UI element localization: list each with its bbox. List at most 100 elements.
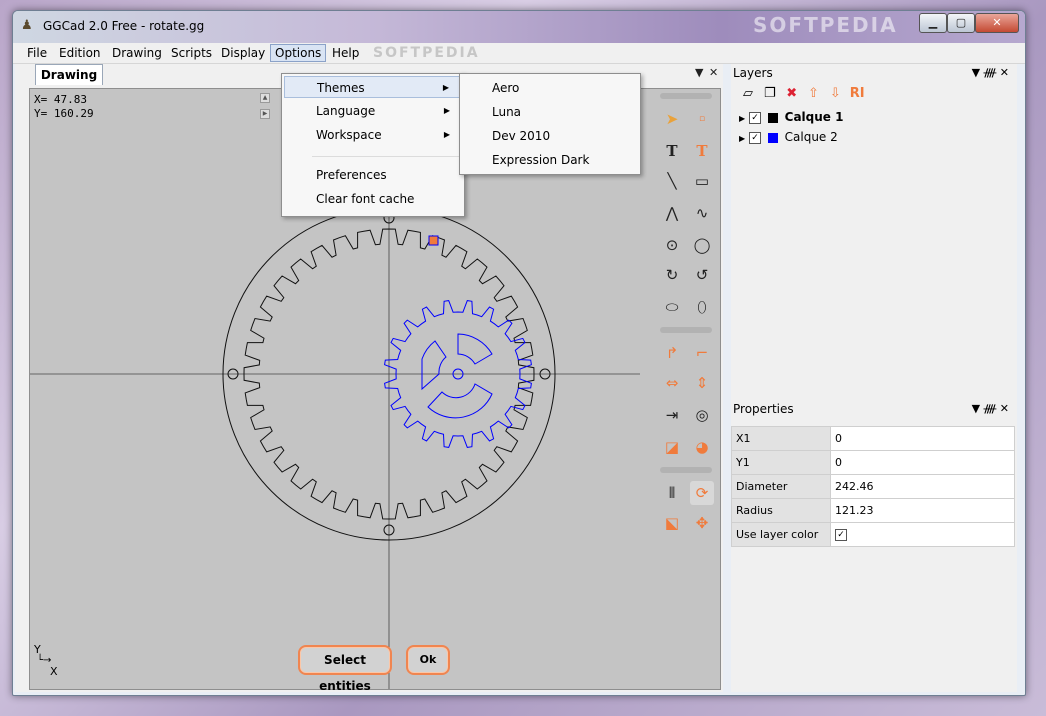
property-value[interactable]: 121.23 bbox=[830, 498, 1015, 523]
ellipse-arc-icon[interactable]: ⬯ bbox=[690, 295, 714, 319]
toolbar-separator bbox=[660, 467, 712, 473]
close-button[interactable]: ✕ bbox=[975, 13, 1019, 33]
menu-scripts[interactable]: Scripts bbox=[167, 45, 216, 61]
menu-item-label: Language bbox=[316, 104, 376, 118]
layer-color-swatch[interactable] bbox=[767, 132, 778, 143]
ellipse-icon[interactable]: ⬭ bbox=[660, 295, 684, 319]
menu-bar: File Edition Drawing Scripts Display Opt… bbox=[13, 43, 1025, 64]
arc-3points-icon[interactable]: ↺ bbox=[690, 263, 714, 287]
delete-layer-icon[interactable]: ✖ bbox=[783, 86, 801, 101]
line-icon[interactable]: ╲ bbox=[660, 169, 684, 193]
point-icon[interactable]: ▫ bbox=[690, 107, 714, 131]
layer-color-swatch[interactable] bbox=[767, 112, 778, 123]
polyline-icon[interactable]: ⋀ bbox=[660, 201, 684, 225]
axis-x-label: X bbox=[50, 665, 58, 678]
property-value[interactable]: 0 bbox=[830, 450, 1015, 475]
blue-gear-slot-bottom bbox=[427, 383, 493, 419]
circle-center-icon[interactable]: ⊙ bbox=[660, 233, 684, 257]
menu-item-language[interactable]: Language ▶ bbox=[284, 100, 460, 122]
theme-aero[interactable]: Aero bbox=[462, 76, 636, 100]
window-title: GGCad 2.0 Free - rotate.gg bbox=[43, 19, 205, 33]
minimize-button[interactable]: ▁ bbox=[919, 13, 947, 33]
ok-button[interactable]: Ok bbox=[406, 645, 450, 675]
rectangle-icon[interactable]: ▭ bbox=[690, 169, 714, 193]
app-icon: ♟ bbox=[21, 18, 33, 33]
layers-header: Layers ▼ ᚎ ✕ bbox=[733, 64, 1015, 82]
fillet-icon[interactable]: ↱ bbox=[660, 341, 684, 365]
move-icon[interactable]: ✥ bbox=[690, 511, 714, 535]
close-icon[interactable]: ✕ bbox=[1000, 402, 1009, 415]
menu-item-label: Themes bbox=[317, 81, 365, 95]
rotate-icon[interactable]: ⟳ bbox=[690, 481, 714, 505]
extend-icon[interactable]: ⇥ bbox=[660, 403, 684, 427]
stretch-vertical-icon[interactable]: ⇕ bbox=[690, 371, 714, 395]
scale-icon[interactable]: ⬕ bbox=[660, 511, 684, 535]
dropdown-icon[interactable]: ▼ bbox=[972, 66, 980, 79]
arc-icon[interactable]: ↻ bbox=[660, 263, 684, 287]
pin-icon[interactable]: ᚎ bbox=[984, 402, 997, 415]
properties-grid: X1 0 Y1 0 Diameter 242.46 Radius 121.23 … bbox=[731, 426, 1015, 547]
mirror-icon[interactable]: ⫴ bbox=[660, 481, 684, 505]
menu-file[interactable]: File bbox=[23, 45, 51, 61]
expand-icon[interactable]: ▶ bbox=[739, 114, 745, 123]
new-layer-icon[interactable]: ▱ bbox=[739, 86, 757, 101]
menu-help[interactable]: Help bbox=[328, 45, 363, 61]
duplicate-layer-icon[interactable]: ❐ bbox=[761, 86, 779, 101]
stretch-horizontal-icon[interactable]: ⇔ bbox=[660, 371, 684, 395]
close-icon[interactable]: ✕ bbox=[1000, 66, 1009, 79]
property-value[interactable]: 0 bbox=[830, 426, 1015, 451]
title-bar[interactable]: ♟ GGCad 2.0 Free - rotate.gg SOFTPEDIA ▁… bbox=[13, 11, 1025, 43]
chamfer-icon[interactable]: ⌐ bbox=[690, 341, 714, 365]
menu-item-workspace[interactable]: Workspace ▶ bbox=[284, 124, 460, 146]
select-arrow-icon[interactable]: ➤ bbox=[660, 107, 684, 131]
layer-visibility-checkbox[interactable]: ✓ bbox=[748, 131, 761, 144]
dropdown-icon[interactable]: ▼ bbox=[972, 402, 980, 415]
maximize-button[interactable]: ▢ bbox=[947, 13, 975, 33]
menu-separator bbox=[312, 156, 462, 157]
menu-options[interactable]: Options bbox=[270, 44, 327, 62]
select-entities-button[interactable]: Select entities bbox=[298, 645, 392, 693]
layer-item[interactable]: ▶ ✓ Calque 1 bbox=[739, 108, 843, 126]
menu-edition[interactable]: Edition bbox=[55, 45, 105, 61]
panel-dropdown-icon[interactable]: ▼ bbox=[695, 66, 703, 79]
tool-palette: ➤ ▫ T T ╲ ▭ ⋀ ∿ ⊙ ◯ ↻ ↺ ⬭ ⬯ ↱ ⌐ ⇔ ⇕ ⇥ ◎ bbox=[652, 89, 714, 569]
move-layer-up-icon[interactable]: ⇧ bbox=[804, 86, 822, 101]
theme-expression-dark[interactable]: Expression Dark bbox=[462, 148, 636, 172]
menu-item-preferences[interactable]: Preferences bbox=[284, 164, 460, 186]
options-menu: Themes ▶ Language ▶ Workspace ▶ Preferen… bbox=[281, 73, 465, 217]
pin-icon[interactable]: ᚎ bbox=[984, 66, 997, 79]
hatch-icon[interactable]: ◪ bbox=[660, 435, 684, 459]
use-layer-color-checkbox[interactable]: ✓ bbox=[835, 529, 847, 541]
menu-display[interactable]: Display bbox=[217, 45, 269, 61]
toolbar-separator bbox=[660, 93, 712, 99]
circle-3points-icon[interactable]: ◯ bbox=[690, 233, 714, 257]
menu-drawing[interactable]: Drawing bbox=[108, 45, 166, 61]
side-panels: Layers ▼ ᚎ ✕ ▱ ❐ ✖ ⇧ ⇩ RI ▶ ✓ Calque 1 ▶… bbox=[731, 64, 1017, 692]
theme-luna[interactable]: Luna bbox=[462, 100, 636, 124]
panel-close-icon[interactable]: ✕ bbox=[709, 66, 718, 79]
pie-icon[interactable]: ◕ bbox=[690, 435, 714, 459]
menu-item-themes[interactable]: Themes ▶ bbox=[284, 76, 460, 98]
text-edit-icon[interactable]: T bbox=[690, 139, 714, 163]
layer-toolbar: ▱ ❐ ✖ ⇧ ⇩ RI bbox=[739, 86, 866, 104]
properties-header-controls: ▼ ᚎ ✕ bbox=[972, 400, 1009, 418]
layer-item[interactable]: ▶ ✓ Calque 2 bbox=[739, 128, 838, 146]
layer-visibility-checkbox[interactable]: ✓ bbox=[748, 111, 761, 124]
property-value[interactable]: 242.46 bbox=[830, 474, 1015, 499]
theme-dev-2010[interactable]: Dev 2010 bbox=[462, 124, 636, 148]
property-row: Diameter 242.46 bbox=[731, 474, 1015, 499]
blue-gear-slot-top bbox=[457, 333, 493, 365]
spline-icon[interactable]: ∿ bbox=[690, 201, 714, 225]
property-row: Use layer color ✓ bbox=[731, 522, 1015, 547]
expand-icon[interactable]: ▶ bbox=[739, 134, 745, 143]
move-layer-down-icon[interactable]: ⇩ bbox=[826, 86, 844, 101]
tab-drawing[interactable]: Drawing bbox=[35, 64, 103, 85]
layer-name: Calque 1 bbox=[784, 110, 844, 124]
text-icon[interactable]: T bbox=[660, 139, 684, 163]
menu-item-clear-font-cache[interactable]: Clear font cache bbox=[284, 188, 460, 210]
offset-icon[interactable]: ◎ bbox=[690, 403, 714, 427]
app-window: ♟ GGCad 2.0 Free - rotate.gg SOFTPEDIA ▁… bbox=[12, 10, 1026, 696]
properties-title: Properties bbox=[733, 402, 794, 416]
rename-layer-icon[interactable]: RI bbox=[848, 86, 866, 101]
property-value[interactable]: ✓ bbox=[830, 522, 1015, 547]
